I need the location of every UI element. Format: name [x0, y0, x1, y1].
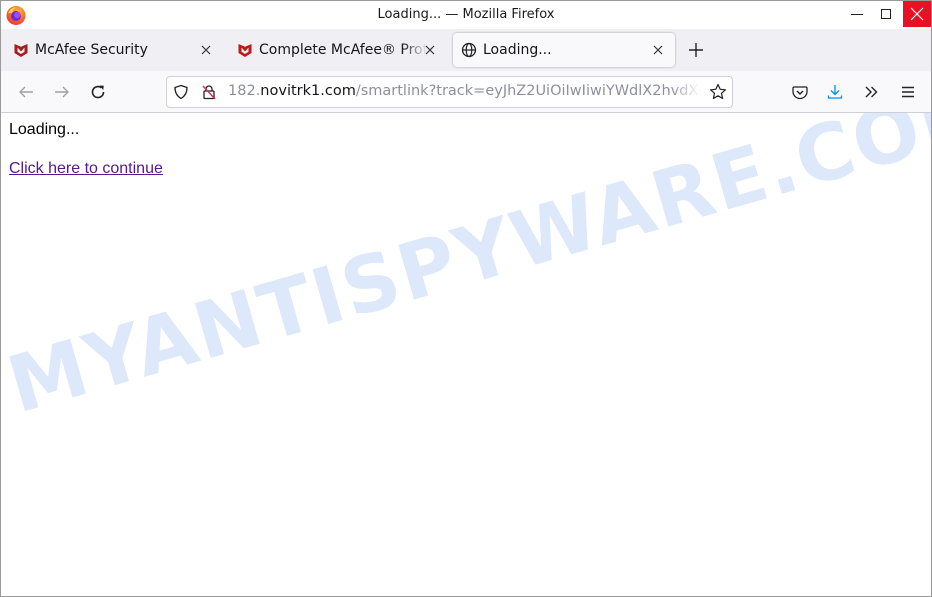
app-menu-button[interactable] [896, 80, 920, 104]
tab-mcafee-security[interactable]: McAfee Security [5, 33, 223, 67]
hamburger-menu-icon [902, 86, 914, 98]
download-icon [827, 85, 843, 99]
url-text[interactable]: 182.novitrk1.com/smartlink?track=eyJhZ2U… [228, 83, 700, 99]
pocket-button[interactable] [788, 80, 812, 104]
insecure-lock-icon[interactable] [201, 84, 217, 100]
url-bar[interactable]: 182.novitrk1.com/smartlink?track=eyJhZ2U… [166, 76, 733, 108]
tab-loading-active[interactable]: Loading... [453, 33, 675, 67]
browser-window: Loading... — Mozilla Firefox McAfee Secu… [0, 0, 932, 597]
back-button[interactable] [14, 80, 38, 104]
maximize-icon [881, 9, 891, 19]
tracking-protection-shield-icon[interactable] [173, 84, 189, 100]
window-title: Loading... — Mozilla Firefox [377, 7, 555, 22]
url-path: /smartlink?track=eyJhZ2UiOiIwIiwiYWdlX2h… [355, 83, 700, 99]
tab-close-button[interactable] [649, 41, 667, 59]
forward-button[interactable] [50, 80, 74, 104]
new-tab-button[interactable] [685, 39, 707, 61]
globe-icon [461, 42, 477, 58]
plus-icon [689, 43, 703, 57]
tab-label: Loading... [483, 42, 552, 58]
mcafee-shield-icon [238, 44, 252, 57]
close-icon [201, 45, 211, 55]
reload-icon [91, 85, 105, 99]
navigation-toolbar: 182.novitrk1.com/smartlink?track=eyJhZ2U… [1, 71, 931, 113]
url-host: novitrk1.com [260, 83, 356, 99]
more-tools-button[interactable] [859, 80, 883, 104]
minimize-icon [851, 14, 863, 15]
mcafee-shield-icon [14, 44, 28, 57]
pocket-icon [792, 86, 808, 100]
page-content: MYANTISPYWARE.COM Loading... Click here … [1, 113, 931, 596]
tab-complete-mcafee-protection[interactable]: Complete McAfee® Protection [229, 33, 447, 67]
tab-close-button[interactable] [421, 41, 439, 59]
arrow-left-icon [19, 86, 33, 98]
title-bar: Loading... — Mozilla Firefox [1, 1, 931, 29]
loading-text: Loading... [9, 121, 80, 138]
arrow-right-icon [55, 86, 69, 98]
close-icon [425, 45, 435, 55]
downloads-button[interactable] [823, 80, 847, 104]
minimize-button[interactable] [843, 1, 871, 27]
close-icon [653, 45, 663, 55]
tab-strip: McAfee Security Complete McAfee® Protect… [1, 29, 931, 71]
tab-close-button[interactable] [197, 41, 215, 59]
reload-button[interactable] [86, 80, 110, 104]
close-window-button[interactable] [903, 1, 931, 27]
tab-label: McAfee Security [35, 42, 148, 58]
chevron-double-right-icon [865, 86, 878, 98]
tab-label: Complete McAfee® Protection [259, 42, 427, 58]
close-icon [910, 7, 924, 21]
bookmark-star-icon[interactable] [709, 83, 727, 101]
continue-link[interactable]: Click here to continue [9, 160, 163, 177]
maximize-button[interactable] [872, 1, 900, 27]
url-prefix: 182. [228, 83, 261, 99]
